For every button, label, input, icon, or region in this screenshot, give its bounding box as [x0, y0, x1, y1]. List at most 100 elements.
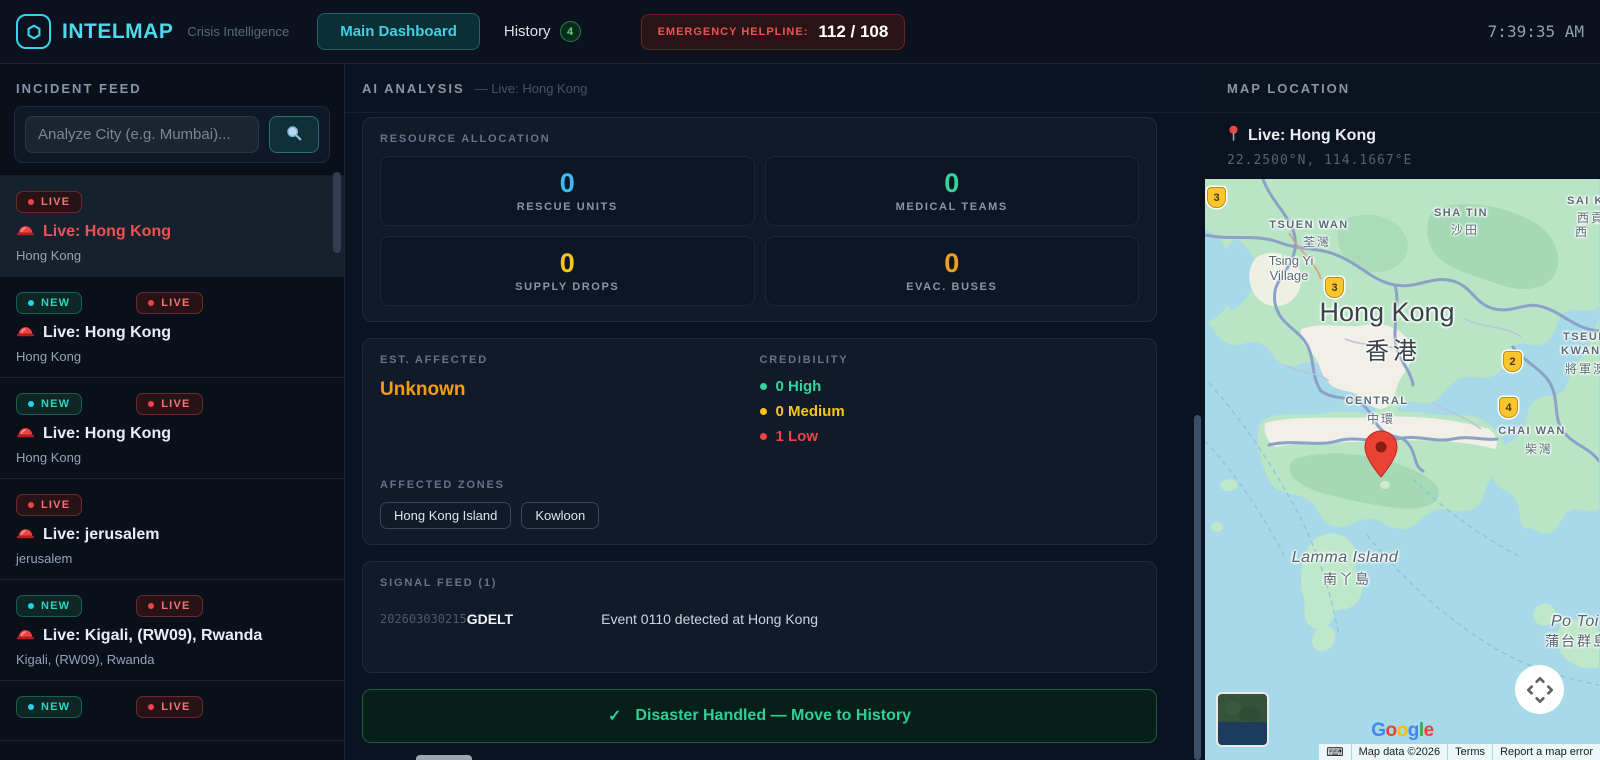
- map-label-hong-kong-cjk: 香港: [1365, 338, 1421, 365]
- live-badge: LIVE: [16, 191, 83, 213]
- google-logo: Google: [1371, 720, 1434, 741]
- credibility-medium: 0 Medium: [759, 403, 1140, 420]
- google-map[interactable]: TSUEN WAN 荃灣 Tsing Yi Village SHA TIN 沙田…: [1205, 179, 1600, 760]
- live-dot-icon: [28, 199, 34, 205]
- pin-icon: [1227, 125, 1240, 147]
- incident-item[interactable]: NEW LIVE Live: Kigali, (RW09), Rwanda Ki…: [0, 580, 344, 681]
- est-affected-label: EST. AFFECTED: [380, 354, 488, 366]
- live-badge: LIVE: [136, 292, 203, 314]
- credibility-dot-icon: [759, 383, 767, 390]
- map-label-tsing-yi-village: Village: [1269, 268, 1309, 283]
- live-dot-icon: [148, 401, 155, 407]
- stat-label: SUPPLY DROPS: [515, 280, 620, 293]
- analysis-scrollbar[interactable]: [1194, 415, 1201, 760]
- map-label-tseung-kwan-1: TSEUN: [1563, 331, 1600, 343]
- map-label-po-toi-cjk: 蒲台群島: [1545, 633, 1600, 649]
- map-label-hong-kong: Hong Kong: [1319, 297, 1455, 327]
- map-attribution: ⌨ Map data ©2026 Terms Report a map erro…: [1319, 744, 1600, 760]
- stat-evac-buses: 0 EVAC. BUSES: [764, 236, 1139, 306]
- map-label-sha-tin-cjk: 沙田: [1450, 223, 1480, 237]
- signal-feed-card: SIGNAL FEED (1) 202603030215 GDELT Event …: [362, 561, 1157, 673]
- zone-chip: Kowloon: [521, 502, 600, 529]
- route-shield-3b: 3: [1325, 277, 1344, 298]
- emergency-helpline-badge: EMERGENCY HELPLINE: 112 / 108: [640, 13, 906, 50]
- satellite-inset-thumbnail[interactable]: [1216, 692, 1269, 747]
- signal-feed-label: SIGNAL FEED (1): [380, 577, 498, 589]
- history-count-badge: 4: [559, 21, 581, 42]
- credibility-dot-icon: [759, 408, 767, 415]
- siren-icon: [16, 222, 35, 241]
- clock: 7:39:35 AM: [1487, 22, 1584, 41]
- map-label-tseung-kwan-2: KWAN: [1561, 345, 1600, 357]
- new-dot-icon: [28, 300, 34, 306]
- signal-message: Event 0110 detected at Hong Kong: [601, 611, 819, 627]
- keyboard-shortcuts-icon[interactable]: ⌨: [1319, 744, 1351, 760]
- next-element-peek: [416, 755, 472, 760]
- tab-history[interactable]: History 4: [504, 21, 581, 42]
- stat-rescue-units: 0 RESCUE UNITS: [380, 156, 755, 226]
- incident-title: Live: jerusalem: [43, 525, 160, 543]
- impact-card: EST. AFFECTED Unknown CREDIBILITY 0 High…: [362, 338, 1157, 545]
- incident-item[interactable]: NEW LIVE Live: Hong Kong Hong Kong: [0, 277, 344, 378]
- stat-value: 0: [559, 167, 575, 198]
- stat-value: 0: [944, 247, 960, 278]
- resource-allocation-card: RESOURCE ALLOCATION 0 RESCUE UNITS 0 MED…: [362, 117, 1157, 322]
- stat-label: RESCUE UNITS: [516, 200, 618, 213]
- helpline-label: EMERGENCY HELPLINE:: [657, 25, 809, 38]
- report-map-error-link[interactable]: Report a map error: [1493, 744, 1600, 760]
- resource-allocation-label: RESOURCE ALLOCATION: [380, 133, 551, 145]
- incident-item[interactable]: LIVE Live: Hong Kong Hong Kong: [0, 176, 344, 277]
- map-coordinates: 22.2500°N, 114.1667°E: [1227, 153, 1413, 168]
- credibility-label: CREDIBILITY: [759, 354, 849, 366]
- route-shield-4: 4: [1499, 397, 1518, 418]
- map-label-tsuen-wan: TSUEN WAN: [1269, 219, 1349, 231]
- map-label-central-cjk: 中環: [1366, 412, 1396, 426]
- map-label-central: CENTRAL: [1345, 395, 1409, 407]
- terms-link[interactable]: Terms: [1448, 744, 1493, 760]
- map-label-chai-wan-cjk: 柴灣: [1524, 442, 1554, 456]
- incident-subtitle: Kigali, (RW09), Rwanda: [16, 652, 155, 667]
- pan-arrows-icon: [1526, 676, 1553, 703]
- live-dot-icon: [148, 704, 155, 710]
- map-label-tsuen-wan-cjk: 荃灣: [1302, 235, 1332, 249]
- incident-subtitle: Hong Kong: [16, 248, 82, 263]
- zone-chip: Hong Kong Island: [380, 502, 512, 529]
- tab-main-dashboard[interactable]: Main Dashboard: [317, 13, 480, 50]
- stat-supply-drops: 0 SUPPLY DROPS: [380, 236, 755, 306]
- live-dot-icon: [148, 300, 155, 306]
- map-label-sha-tin: SHA TIN: [1433, 207, 1489, 219]
- incident-subtitle: Hong Kong: [16, 450, 82, 465]
- helpline-numbers: 112 / 108: [818, 21, 889, 41]
- est-affected-value: Unknown: [380, 379, 466, 400]
- incident-feed-title: INCIDENT FEED: [16, 81, 142, 96]
- siren-icon: [16, 525, 35, 544]
- map-label-tsing-yi: Tsing Yi: [1268, 253, 1314, 268]
- new-badge: NEW: [16, 393, 83, 415]
- incident-title: Live: Hong Kong: [43, 424, 171, 442]
- map-label-lamma-cjk: 南丫島: [1323, 571, 1371, 587]
- signal-source: GDELT: [466, 611, 514, 627]
- ai-analysis-title: AI ANALYSIS: [362, 80, 465, 96]
- new-dot-icon: [28, 401, 34, 407]
- pan-control[interactable]: [1515, 665, 1564, 714]
- live-badge: LIVE: [136, 696, 203, 718]
- siren-icon: [16, 424, 35, 443]
- siren-icon: [16, 626, 35, 645]
- search-input[interactable]: [25, 116, 259, 153]
- map-label-sai-kung: SAI K: [1567, 195, 1600, 207]
- ai-analysis-subtitle: — Live: Hong Kong: [474, 80, 588, 96]
- incident-item[interactable]: LIVE Live: jerusalem jerusalem: [0, 479, 344, 580]
- disaster-handled-button[interactable]: ✓ Disaster Handled — Move to History: [362, 689, 1157, 743]
- route-shield-2: 2: [1503, 351, 1522, 372]
- incident-item[interactable]: NEW LIVE: [0, 681, 344, 741]
- map-label-sai-kung-cjk2: 西: [1575, 225, 1590, 239]
- incident-item[interactable]: NEW LIVE Live: Hong Kong Hong Kong: [0, 378, 344, 479]
- brand-title: INTELMAP: [62, 19, 174, 43]
- app-logo-icon: [16, 14, 51, 49]
- map-label-lamma-island: Lamma Island: [1291, 549, 1399, 566]
- sidebar-scrollbar[interactable]: [333, 172, 341, 253]
- search-button[interactable]: [269, 116, 319, 153]
- credibility-high: 0 High: [759, 378, 1140, 395]
- ai-analysis-panel: AI ANALYSIS — Live: Hong Kong RESOURCE A…: [345, 64, 1205, 760]
- new-badge: NEW: [16, 696, 83, 718]
